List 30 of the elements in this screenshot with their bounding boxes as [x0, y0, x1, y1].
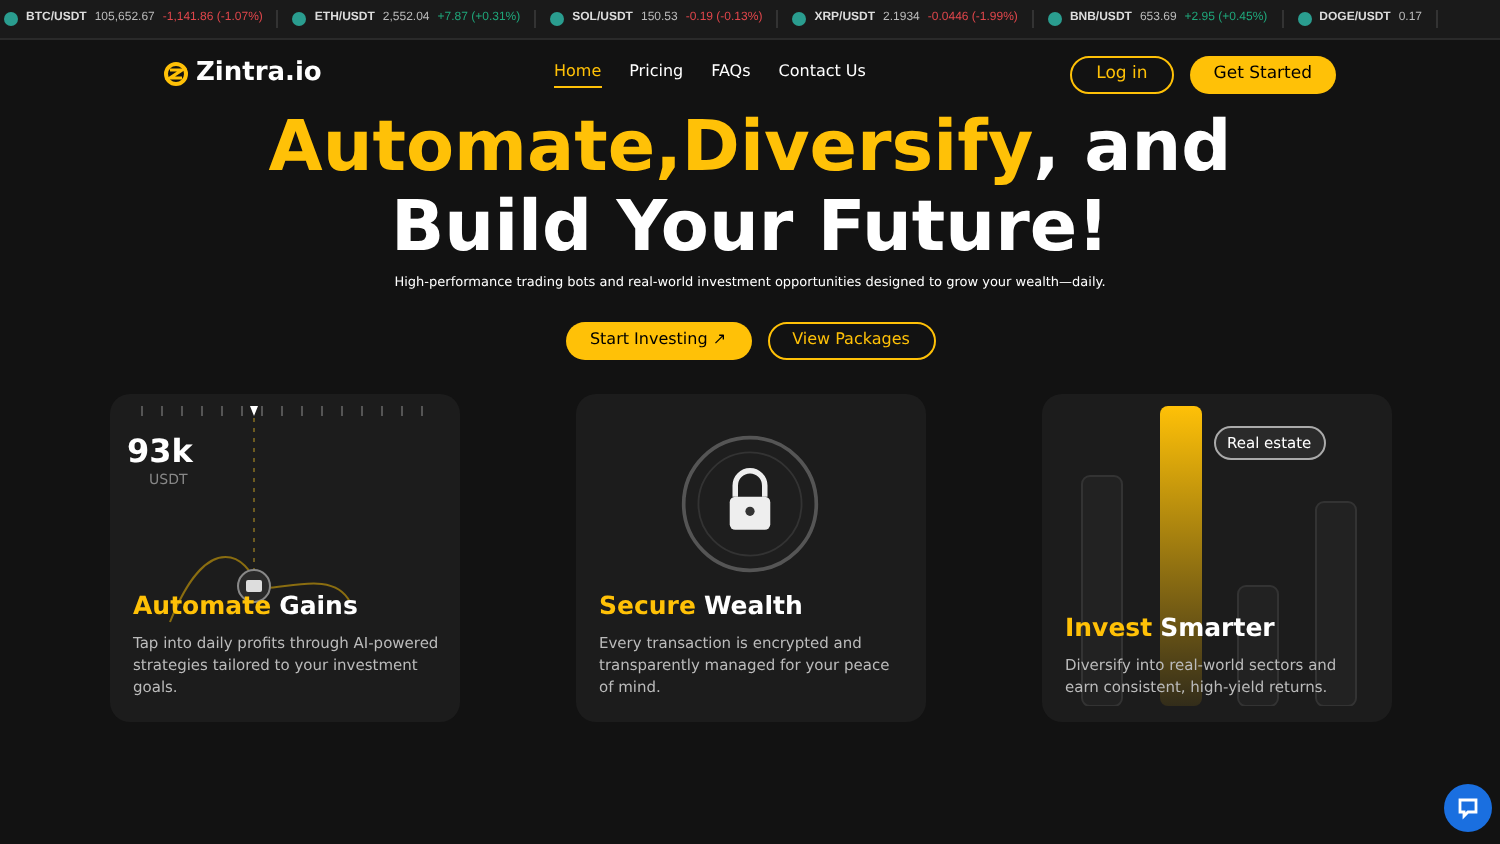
card-title: Wealth [703, 588, 803, 624]
logo-icon [164, 62, 188, 86]
card-title: Smarter [1160, 610, 1275, 646]
card-title-highlight: Secure [599, 588, 696, 624]
brand-name: Zintra.io [196, 56, 322, 93]
headline-text: Diversify [681, 108, 1034, 188]
coin-icon [550, 12, 565, 26]
nav-link[interactable]: Home [554, 60, 602, 88]
card-title: Gains [279, 588, 358, 624]
headline-text: Automate, [268, 108, 682, 188]
nav-link[interactable]: FAQs [711, 60, 751, 88]
headline-text: Build Your Future! [390, 188, 1110, 268]
coin-icon [1047, 12, 1062, 26]
get-started-button[interactable]: Get Started [1189, 55, 1336, 93]
coin-icon [292, 12, 307, 26]
headline-text: , and [1033, 108, 1232, 188]
coin-icon [792, 12, 807, 26]
lock-icon [680, 433, 820, 574]
view-packages-button[interactable]: View Packages [767, 321, 935, 360]
nav-link[interactable]: Pricing [629, 60, 684, 88]
coin-icon [4, 12, 18, 26]
chat-icon [1456, 796, 1480, 820]
card-title-highlight: Automate [133, 588, 272, 624]
nav-link[interactable]: Contact Us [778, 60, 866, 88]
chat-button[interactable] [1444, 784, 1492, 832]
login-button[interactable]: Log in [1070, 55, 1174, 93]
start-investing-button[interactable]: Start Investing ↗ [565, 321, 751, 360]
card-title-highlight: Invest [1065, 610, 1153, 646]
stat-value: 93k [127, 429, 193, 473]
coin-icon [1297, 12, 1312, 26]
